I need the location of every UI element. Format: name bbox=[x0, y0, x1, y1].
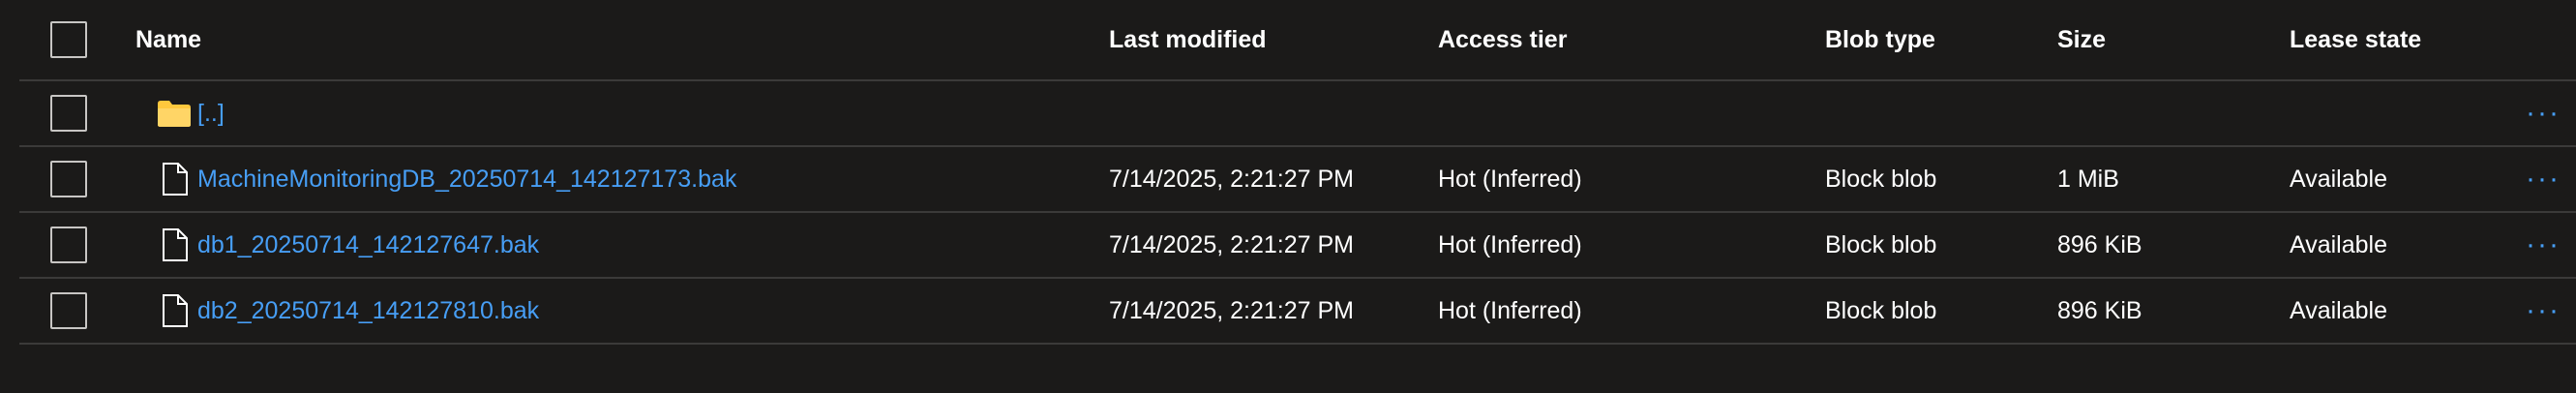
select-all-checkbox[interactable] bbox=[50, 21, 87, 58]
blob-name-link[interactable]: db1_20250714_142127647.bak bbox=[197, 231, 539, 259]
column-header-size-label: Size bbox=[2057, 25, 2107, 53]
name-cell: db2_20250714_142127810.bak bbox=[135, 279, 539, 343]
name-cell: [..] bbox=[135, 81, 225, 145]
name-cell: MachineMonitoringDB_20250714_142127173.b… bbox=[135, 147, 736, 211]
header-row: Name Last modified Access tier Blob type… bbox=[19, 0, 2576, 81]
row-select-cell bbox=[50, 147, 87, 211]
row-more-cell: ··· bbox=[2526, 279, 2561, 343]
more-actions-icon[interactable]: ··· bbox=[2526, 230, 2561, 259]
row-select-checkbox[interactable] bbox=[50, 161, 87, 197]
size-cell: 1 MiB bbox=[2057, 165, 2119, 193]
more-actions-icon[interactable]: ··· bbox=[2526, 165, 2561, 194]
row-select-checkbox[interactable] bbox=[50, 227, 87, 263]
select-all-cell bbox=[50, 0, 87, 79]
access-tier-cell: Hot (Inferred) bbox=[1438, 165, 1582, 193]
file-icon bbox=[155, 291, 194, 330]
column-header-blob-type[interactable]: Blob type bbox=[1825, 0, 1935, 79]
column-header-access-tier[interactable]: Access tier bbox=[1438, 0, 1567, 79]
column-header-last-modified-label: Last modified bbox=[1109, 25, 1267, 53]
access-tier-cell: Hot (Inferred) bbox=[1438, 230, 1582, 258]
name-cell: db1_20250714_142127647.bak bbox=[135, 213, 539, 277]
blob-row[interactable]: db1_20250714_142127647.bak 7/14/2025, 2:… bbox=[19, 213, 2576, 279]
row-select-cell bbox=[50, 81, 87, 145]
blob-row[interactable]: MachineMonitoringDB_20250714_142127173.b… bbox=[19, 147, 2576, 213]
column-header-name[interactable]: Name bbox=[135, 0, 201, 79]
column-header-blob-type-label: Blob type bbox=[1825, 25, 1935, 53]
blob-name-link[interactable]: db2_20250714_142127810.bak bbox=[197, 297, 539, 325]
row-more-cell: ··· bbox=[2526, 81, 2561, 145]
lease-state-cell: Available bbox=[2290, 165, 2388, 193]
size-cell: 896 KiB bbox=[2057, 230, 2142, 258]
row-select-checkbox[interactable] bbox=[50, 292, 87, 329]
row-more-cell: ··· bbox=[2526, 147, 2561, 211]
row-more-cell: ··· bbox=[2526, 213, 2561, 277]
size-cell: 896 KiB bbox=[2057, 296, 2142, 324]
more-actions-icon[interactable]: ··· bbox=[2526, 296, 2561, 325]
row-select-checkbox[interactable] bbox=[50, 95, 87, 132]
more-actions-icon[interactable]: ··· bbox=[2526, 99, 2561, 128]
lease-state-cell: Available bbox=[2290, 230, 2388, 258]
access-tier-cell: Hot (Inferred) bbox=[1438, 296, 1582, 324]
column-header-size[interactable]: Size bbox=[2057, 0, 2106, 79]
blob-name-link[interactable]: MachineMonitoringDB_20250714_142127173.b… bbox=[197, 166, 736, 194]
column-header-name-label: Name bbox=[135, 25, 202, 53]
blob-list-grid: Name Last modified Access tier Blob type… bbox=[19, 0, 2576, 345]
column-header-access-tier-label: Access tier bbox=[1438, 25, 1568, 53]
parent-directory-link[interactable]: [..] bbox=[197, 100, 225, 128]
blob-type-cell: Block blob bbox=[1825, 230, 1937, 258]
lease-state-cell: Available bbox=[2290, 296, 2388, 324]
last-modified-cell: 7/14/2025, 2:21:27 PM bbox=[1109, 165, 1354, 193]
row-select-cell bbox=[50, 213, 87, 277]
file-icon bbox=[155, 160, 194, 198]
last-modified-cell: 7/14/2025, 2:21:27 PM bbox=[1109, 296, 1354, 324]
parent-directory-row[interactable]: [..] ··· bbox=[19, 81, 2576, 147]
blob-row[interactable]: db2_20250714_142127810.bak 7/14/2025, 2:… bbox=[19, 279, 2576, 345]
file-icon bbox=[155, 226, 194, 264]
folder-icon bbox=[155, 94, 194, 133]
column-header-last-modified[interactable]: Last modified bbox=[1109, 0, 1267, 79]
blob-type-cell: Block blob bbox=[1825, 165, 1937, 193]
last-modified-cell: 7/14/2025, 2:21:27 PM bbox=[1109, 230, 1354, 258]
column-header-lease-state-label: Lease state bbox=[2290, 25, 2422, 53]
blob-type-cell: Block blob bbox=[1825, 296, 1937, 324]
row-select-cell bbox=[50, 279, 87, 343]
column-header-lease-state[interactable]: Lease state bbox=[2290, 0, 2421, 79]
